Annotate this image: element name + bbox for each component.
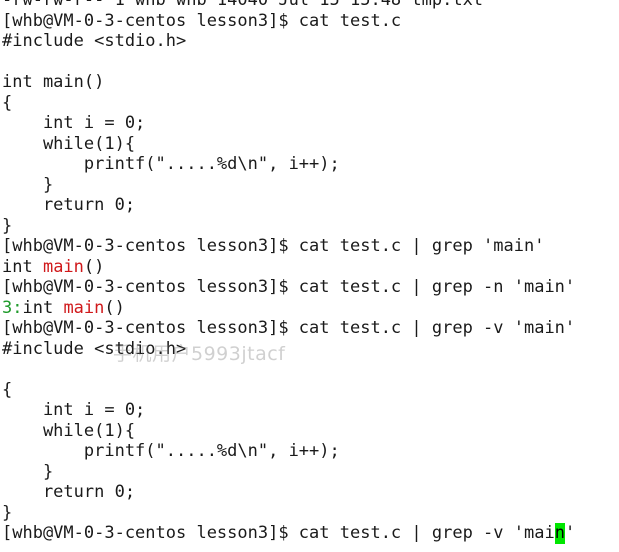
terminal-line: #include <stdio.h> (0, 31, 619, 52)
terminal-text: { (2, 379, 13, 400)
terminal-line: { (0, 93, 619, 114)
terminal-text: [whb@VM-0-3-centos lesson3]$ cat test.c (2, 10, 402, 31)
terminal-text: #include <stdio.h> (2, 338, 187, 359)
terminal-line: int i = 0; (0, 400, 619, 421)
terminal-line: 3:int main() (0, 298, 619, 319)
terminal-text: () (83, 256, 105, 277)
terminal-text: int (22, 297, 64, 318)
terminal-text: ' (564, 523, 576, 543)
terminal-text: } (2, 215, 13, 236)
terminal-line: while(1){ (0, 421, 619, 442)
terminal-line: #include <stdio.h> (0, 339, 619, 360)
terminal-text: [whb@VM-0-3-centos lesson3]$ cat test.c … (2, 523, 555, 543)
terminal-text: } (2, 461, 54, 482)
terminal-line: while(1){ (0, 134, 619, 155)
terminal-line: int i = 0; (0, 113, 619, 134)
terminal-text: while(1){ (2, 420, 136, 441)
terminal-text: int (2, 256, 43, 277)
terminal-text: [whb@VM-0-3-centos lesson3]$ cat test.c … (2, 277, 576, 297)
terminal-line: int main() (0, 257, 619, 278)
terminal-text: } (2, 174, 54, 195)
terminal-line: [whb@VM-0-3-centos lesson3]$ cat test.c … (0, 236, 619, 257)
terminal-text: while(1){ (2, 133, 136, 154)
terminal-line: -rw-rw-r-- 1 whb whb 14040 Jul 15 15:48 … (0, 0, 619, 11)
terminal-line: int main() (0, 72, 619, 93)
grep-match-highlight: main (63, 297, 105, 318)
text-cursor: n (554, 523, 565, 544)
terminal-text: return 0; (2, 195, 136, 215)
terminal-line: printf(".....%d\n", i++); (0, 441, 619, 462)
terminal-line: printf(".....%d\n", i++); (0, 154, 619, 175)
grep-match-highlight: main (42, 256, 84, 277)
terminal-text: printf(".....%d\n", i++); (2, 154, 340, 174)
terminal-line: { (0, 380, 619, 401)
terminal-text: int i = 0; (2, 113, 146, 133)
terminal-line: } (0, 462, 619, 483)
grep-line-number: 3: (2, 297, 23, 318)
terminal-line: } (0, 216, 619, 237)
terminal-line: [whb@VM-0-3-centos lesson3]$ cat test.c … (0, 523, 619, 544)
terminal-text: printf(".....%d\n", i++); (2, 441, 340, 461)
terminal-text: [whb@VM-0-3-centos lesson3]$ cat test.c … (2, 318, 576, 338)
terminal-line: [whb@VM-0-3-centos lesson3]$ cat test.c (0, 11, 619, 32)
terminal-line: return 0; (0, 195, 619, 216)
terminal-output[interactable]: -rw-rw-r-- 1 whb whb 14040 Jul 15 15:48 … (0, 0, 619, 552)
terminal-text: () (104, 297, 125, 318)
terminal-line: } (0, 503, 619, 524)
terminal-line: } (0, 175, 619, 196)
terminal-text: -rw-rw-r-- 1 whb whb 14040 Jul 15 15:48 … (2, 0, 484, 10)
terminal-line: return 0; (0, 482, 619, 503)
terminal-text: [whb@VM-0-3-centos lesson3]$ cat test.c … (2, 236, 545, 256)
terminal-text: #include <stdio.h> (2, 31, 187, 51)
terminal-text: int i = 0; (2, 400, 146, 420)
terminal-text: } (2, 502, 13, 523)
terminal-text: { (2, 92, 13, 113)
terminal-line: [whb@VM-0-3-centos lesson3]$ cat test.c … (0, 318, 619, 339)
terminal-text: return 0; (2, 482, 136, 502)
terminal-text: int main() (2, 72, 105, 92)
terminal-line: [whb@VM-0-3-centos lesson3]$ cat test.c … (0, 277, 619, 298)
